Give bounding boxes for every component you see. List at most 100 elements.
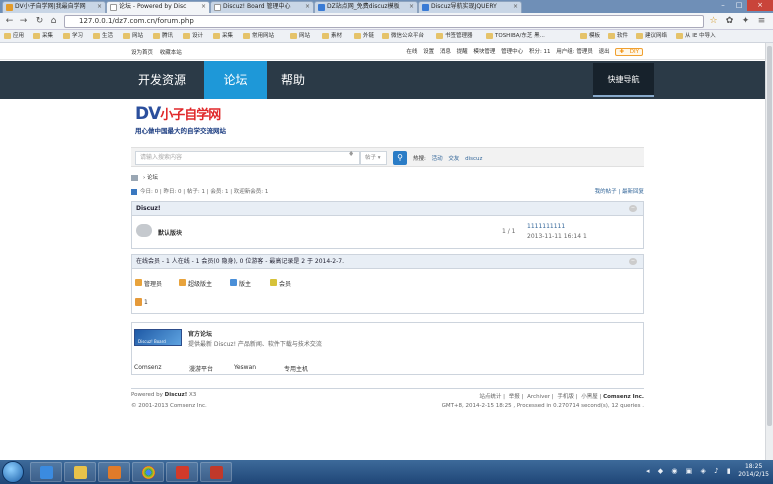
my-posts-link[interactable]: 我的帖子 <box>595 189 617 195</box>
forum-name-link[interactable]: 默认版块 <box>158 228 182 237</box>
extension-icon[interactable]: ✿ <box>724 16 735 27</box>
taskbar-media-button[interactable] <box>98 462 130 482</box>
notices-link[interactable]: 提醒 <box>457 49 468 55</box>
close-window-icon[interactable]: × <box>747 0 773 11</box>
footer-company-link[interactable]: Comsenz Inc. <box>603 394 644 400</box>
extension-icon[interactable]: ✦ <box>740 16 751 27</box>
bookmark-item[interactable]: 采集 <box>33 32 53 41</box>
user-group-link[interactable]: 用户组: 管理员 <box>556 49 593 55</box>
messages-link[interactable]: 消息 <box>440 49 451 55</box>
module-manage-link[interactable]: 模块管理 <box>473 49 495 55</box>
logout-link[interactable]: 退出 <box>599 49 610 55</box>
diy-button[interactable]: ✚ DIY <box>615 48 643 56</box>
footer-link[interactable]: 手机版 <box>557 394 574 400</box>
online-user-link[interactable]: 1 <box>135 298 148 306</box>
star-icon[interactable]: ☆ <box>708 16 719 27</box>
footer-link[interactable]: Archiver <box>527 394 550 400</box>
bookmark-item[interactable]: 常用网站 <box>243 32 274 41</box>
tab-close-icon[interactable]: × <box>305 2 310 12</box>
nav-dev-resources[interactable]: 开发资源 <box>131 61 193 99</box>
browser-tab[interactable]: Discuz! Board 管理中心 × <box>210 1 314 13</box>
bookmark-item[interactable]: 模板 <box>580 32 600 41</box>
bookmark-item[interactable]: TOSHIBA/东芝 黑... <box>486 32 545 41</box>
search-scope-select[interactable]: 帖子 ▾ <box>360 151 387 165</box>
footer-brand-link[interactable]: Discuz! <box>165 392 188 398</box>
tab-close-icon[interactable]: × <box>409 2 414 12</box>
bookmark-item[interactable]: 软件 <box>608 32 628 41</box>
link-hosting[interactable]: 专用主机 <box>284 364 308 373</box>
taskbar-chrome-button[interactable] <box>132 462 164 482</box>
search-button[interactable]: ⚲ <box>393 151 407 165</box>
browser-tab[interactable]: Discuz导航实现JQUERY × <box>418 1 522 13</box>
taskbar-ie-button[interactable] <box>30 462 62 482</box>
bookmark-item[interactable]: 设计 <box>183 32 203 41</box>
search-input[interactable]: 请输入搜索内容 <box>135 151 360 165</box>
clock[interactable]: 18:25 2014/2/15 <box>738 463 769 479</box>
bookmark-site-link[interactable]: 收藏本站 <box>160 50 182 56</box>
home-icon[interactable] <box>131 174 138 181</box>
bookmark-item[interactable]: 采集 <box>213 32 233 41</box>
nav-help[interactable]: 帮助 <box>272 61 314 99</box>
last-post-link[interactable]: 1111111111 <box>527 223 565 230</box>
bookmark-item[interactable]: 应用 <box>4 32 24 41</box>
bookmark-item[interactable]: 素材 <box>322 32 342 41</box>
hot-term-link[interactable]: discuz <box>465 156 482 162</box>
url-input[interactable]: 127.0.0.1/dz7.com.cn/forum.php <box>64 15 704 28</box>
start-button[interactable] <box>2 461 24 483</box>
system-tray-icons[interactable]: ◂ ◆ ◉ ▣ ◈ ♪ ▮ <box>646 467 734 475</box>
bookmark-item[interactable]: 微信公众平台 <box>382 32 424 41</box>
bookmark-item[interactable]: 书签管理器 <box>436 32 473 41</box>
link-manyou[interactable]: 漫游平台 <box>189 364 213 373</box>
minimize-icon[interactable]: – <box>715 0 731 11</box>
browser-tab-active[interactable]: 论坛 - Powered by Disc × <box>106 1 210 13</box>
bookmark-item[interactable]: 生活 <box>93 32 113 41</box>
official-forum-link[interactable]: 官方论坛 <box>188 329 212 338</box>
microphone-icon[interactable]: ♦ <box>348 150 354 158</box>
taskbar-acrobat-button[interactable] <box>166 462 198 482</box>
link-comsenz[interactable]: Comsenz <box>134 364 161 371</box>
footer-link[interactable]: 小黑屋 <box>581 394 598 400</box>
page-scrollbar[interactable] <box>765 43 773 460</box>
quick-nav-button[interactable]: 快捷导航 <box>593 63 654 97</box>
taskbar-app-button[interactable] <box>200 462 232 482</box>
taskbar-explorer-button[interactable] <box>64 462 96 482</box>
tab-close-icon[interactable]: × <box>97 2 102 12</box>
site-logo[interactable]: DV小子自学网 用心做中国最大的自学交流网站 <box>135 105 295 137</box>
admin-center-link[interactable]: 管理中心 <box>501 49 523 55</box>
latest-replies-link[interactable]: 最新回复 <box>622 189 644 195</box>
menu-icon[interactable]: ≡ <box>756 16 767 27</box>
home-icon[interactable]: ⌂ <box>48 16 59 27</box>
bookmark-item[interactable]: 腾讯 <box>153 32 173 41</box>
hot-term-link[interactable]: 交友 <box>448 156 459 162</box>
bookmark-item[interactable]: 建议网络 <box>636 32 667 41</box>
browser-tab[interactable]: DV小子自学网|我最自学网 × <box>2 1 106 13</box>
bookmark-item[interactable]: 网站 <box>290 32 310 41</box>
browser-tab[interactable]: DZ站点网_免费discuz模板 × <box>314 1 418 13</box>
bookmark-item[interactable]: 网站 <box>123 32 143 41</box>
link-yeswan[interactable]: Yeswan <box>234 364 256 371</box>
bookmark-item[interactable]: 外链 <box>354 32 374 41</box>
bookmark-item[interactable]: 学习 <box>63 32 83 41</box>
hot-term-link[interactable]: 活动 <box>432 156 443 162</box>
scrollbar-thumb[interactable] <box>767 46 772 426</box>
credits-link[interactable]: 积分: 11 <box>529 49 551 55</box>
reload-icon[interactable]: ↻ <box>34 16 45 27</box>
online-header[interactable]: 在线会员 - 1 人在线 - 1 会员(0 隐身), 0 位游客 - 最高记录是… <box>132 255 643 269</box>
official-banner-image[interactable]: Discuz! Board <box>134 329 182 346</box>
tab-close-icon[interactable]: × <box>513 2 518 12</box>
bookmark-item[interactable]: 从 IE 中导入 <box>676 32 716 41</box>
collapse-icon[interactable]: − <box>629 258 637 265</box>
collapse-icon[interactable]: − <box>629 205 637 212</box>
back-icon[interactable]: ← <box>4 16 15 27</box>
maximize-icon[interactable]: □ <box>731 0 747 11</box>
breadcrumb-forum[interactable]: 论坛 <box>147 175 158 181</box>
nav-forum[interactable]: 论坛 <box>204 61 267 99</box>
forward-icon[interactable]: → <box>18 16 29 27</box>
tab-close-icon[interactable]: × <box>201 2 206 12</box>
online-status-link[interactable]: 在线 <box>406 49 417 55</box>
footer-link[interactable]: 站点统计 <box>479 394 501 400</box>
forum-group-title[interactable]: Discuz! <box>136 205 161 212</box>
settings-link[interactable]: 设置 <box>423 49 434 55</box>
set-homepage-link[interactable]: 设为首页 <box>131 50 153 56</box>
footer-link[interactable]: 举报 <box>509 394 520 400</box>
